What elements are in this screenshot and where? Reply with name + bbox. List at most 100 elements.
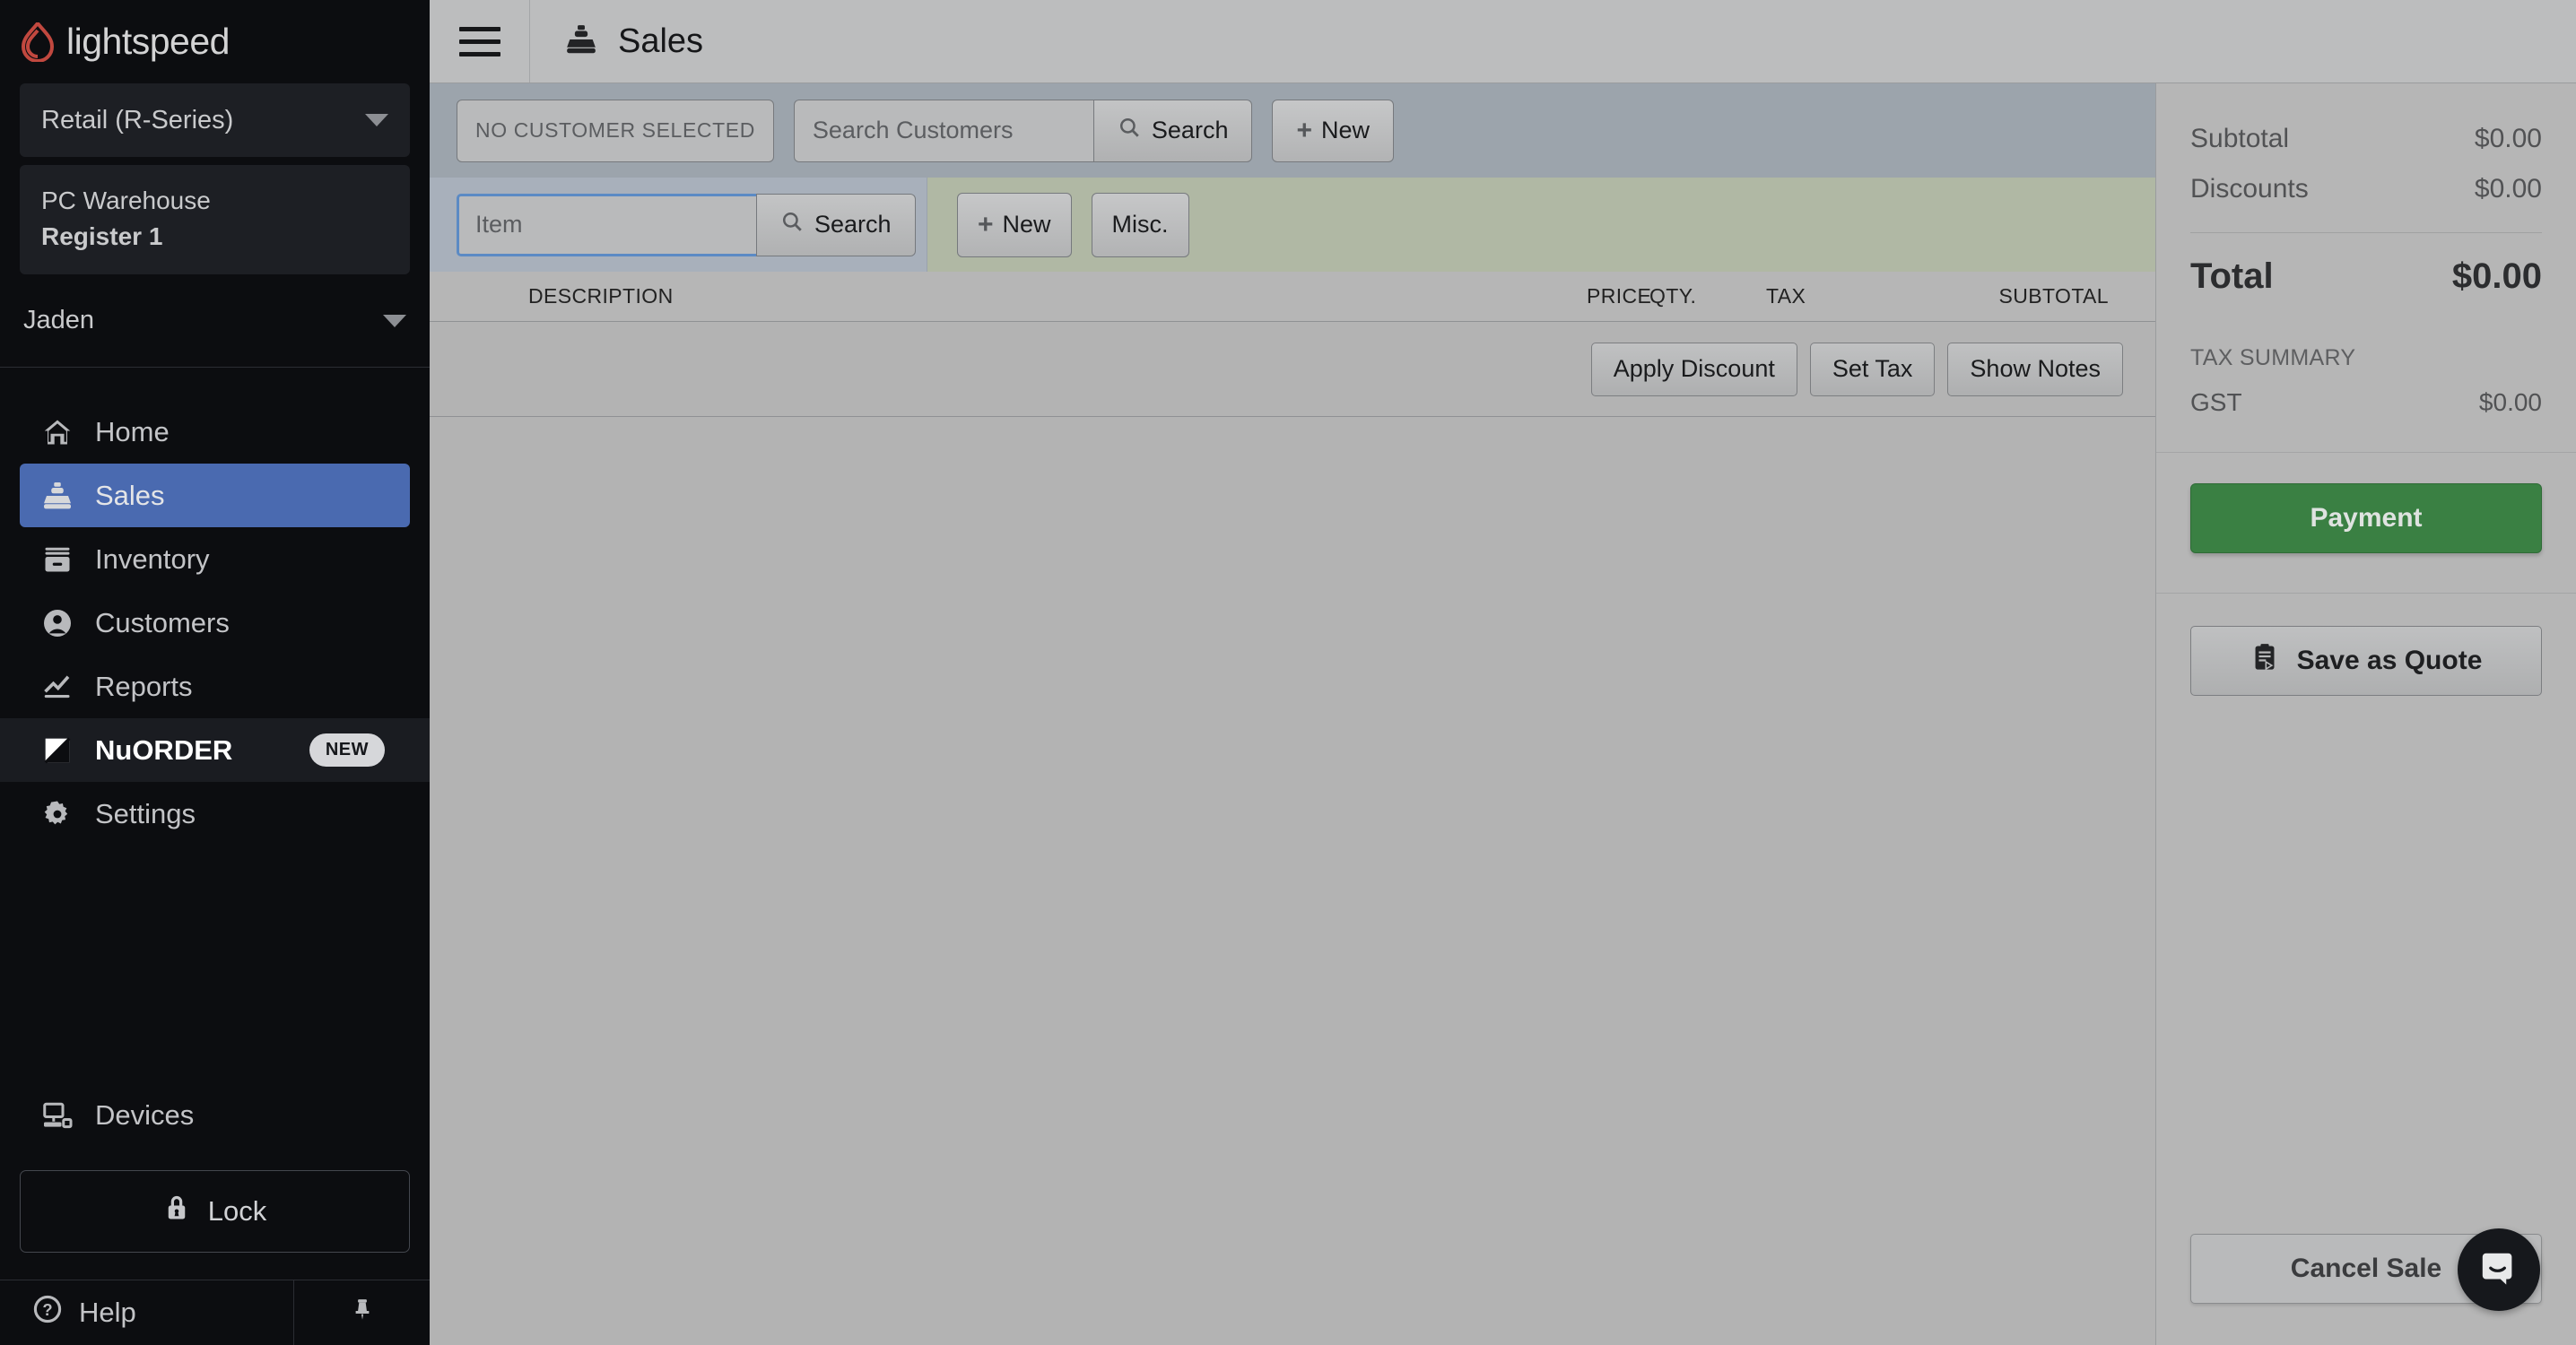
register-info: PC Warehouse Register 1 [20,165,410,274]
chat-launcher-button[interactable] [2458,1228,2540,1311]
hamburger-icon [458,19,500,65]
clipboard-icon [2250,642,2279,680]
line-items-empty-area [430,417,2155,1345]
total-label: Total [2190,256,2274,296]
discounts-row: Discounts $0.00 [2190,164,2542,214]
register-name: Register 1 [41,222,163,250]
chevron-down-icon [383,314,406,327]
customer-search-input[interactable] [793,99,1093,162]
item-search-group: Search [457,193,916,256]
register-icon [564,22,598,61]
sale-panel: NO CUSTOMER SELECTED Search Customers Se… [430,83,2155,1345]
total-row: Total $0.00 [2190,246,2542,313]
customer-search-button[interactable]: Search [1092,99,1253,162]
sidebar-nav: Home Sales Inventory Customers Reports N… [0,368,430,846]
lock-button-label: Lock [207,1195,267,1227]
plus-icon: + [1296,115,1312,145]
misc-item-button[interactable]: Misc. [1091,192,1189,257]
inventory-icon [39,542,75,577]
new-item-button[interactable]: + New [957,192,1072,257]
payment-button[interactable]: Payment [2190,483,2542,553]
page-title-group: Sales [530,0,703,82]
sidebar-item-home[interactable]: Home [20,400,410,464]
totals-summary: Subtotal $0.00 Discounts $0.00 Total $0.… [2156,83,2576,425]
right-panel-spacer [2156,696,2576,1234]
subtotal-label: Subtotal [2190,124,2290,153]
sidebar-item-label: Settings [95,797,196,829]
column-header-price: PRICE [1587,284,1652,308]
help-button[interactable]: ? Help [0,1280,293,1345]
customer-search-button-label: Search [1151,117,1229,143]
store-selector-label: Retail (R-Series) [41,105,234,134]
chevron-down-icon [365,114,388,126]
app-root: lightspeed Retail (R-Series) PC Warehous… [0,0,2576,1345]
column-header-qty: QTY. [1649,284,1697,308]
help-button-label: Help [79,1297,136,1328]
brand-name: lightspeed [66,21,230,62]
misc-item-button-label: Misc. [1111,211,1169,238]
line-actions-row: Apply Discount Set Tax Show Notes [430,322,2155,417]
sidebar-item-inventory[interactable]: Inventory [20,527,410,591]
show-notes-button[interactable]: Show Notes [1947,342,2123,396]
help-circle-icon: ? [32,1294,63,1332]
tax-line-label: GST [2190,388,2242,416]
discounts-value: $0.00 [2474,174,2542,204]
nuorder-icon [39,733,75,768]
apply-discount-button[interactable]: Apply Discount [1590,342,1797,396]
item-actions-section: + New Misc. [927,178,2155,272]
sidebar-item-reports[interactable]: Reports [20,655,410,718]
pin-icon [349,1297,376,1330]
user-name: Jaden [23,306,95,334]
subtotal-row: Subtotal $0.00 [2190,114,2542,164]
customer-search-group: Search [793,99,1253,162]
sidebar-item-label: Customers [95,606,230,638]
quote-section: Save as Quote [2156,593,2576,696]
tax-line-value: $0.00 [2478,388,2542,416]
sidebar-item-sales[interactable]: Sales [20,464,410,527]
sidebar-footer: ? Help [0,1280,430,1345]
column-header-description: DESCRIPTION [528,284,674,308]
item-bar: Search + New Misc. [430,178,2155,272]
sidebar-item-devices[interactable]: Devices [20,1083,410,1147]
hamburger-menu-button[interactable] [430,0,530,82]
new-item-button-label: New [1002,211,1051,238]
item-search-input[interactable] [457,193,756,256]
pin-button[interactable] [293,1280,430,1345]
chart-line-icon [39,669,75,705]
content-columns: NO CUSTOMER SELECTED Search Customers Se… [430,83,2576,1345]
sidebar-item-label: Home [95,415,170,447]
lightspeed-flame-icon [20,20,56,63]
tax-line-row: GST $0.00 [2190,380,2542,425]
chat-bubble-icon [2478,1247,2519,1293]
brand-logo[interactable]: lightspeed [0,0,430,83]
save-as-quote-button[interactable]: Save as Quote [2190,626,2542,696]
page-title: Sales [618,22,704,60]
totals-divider [2190,232,2542,233]
subtotal-value: $0.00 [2474,124,2542,153]
discounts-label: Discounts [2190,174,2309,204]
search-icon [1118,116,1141,145]
sidebar-item-nuorder[interactable]: NuORDER NEW [0,718,430,782]
sidebar-item-settings[interactable]: Settings [20,782,410,846]
total-value: $0.00 [2451,256,2542,296]
totals-panel: Subtotal $0.00 Discounts $0.00 Total $0.… [2155,83,2576,1345]
set-tax-button[interactable]: Set Tax [1809,342,1936,396]
status-badge: NEW [309,733,385,767]
sidebar-item-label: Inventory [95,542,210,575]
main-area: Sales NO CUSTOMER SELECTED Search Custom… [430,0,2576,1345]
devices-icon [39,1098,75,1133]
save-as-quote-label: Save as Quote [2296,646,2483,675]
top-bar: Sales [430,0,2576,83]
line-items-table-header: DESCRIPTION PRICE QTY. TAX SUBTOTAL [430,272,2155,322]
search-icon [780,210,804,239]
item-search-button[interactable]: Search [756,193,916,256]
no-customer-selected[interactable]: NO CUSTOMER SELECTED [457,99,774,162]
svg-text:?: ? [42,1300,52,1319]
store-selector[interactable]: Retail (R-Series) [20,83,410,157]
new-customer-button[interactable]: + New [1272,99,1395,162]
sidebar-item-customers[interactable]: Customers [20,591,410,655]
user-selector[interactable]: Jaden [0,274,430,368]
user-circle-icon [39,605,75,641]
lock-button[interactable]: Lock [20,1170,410,1253]
